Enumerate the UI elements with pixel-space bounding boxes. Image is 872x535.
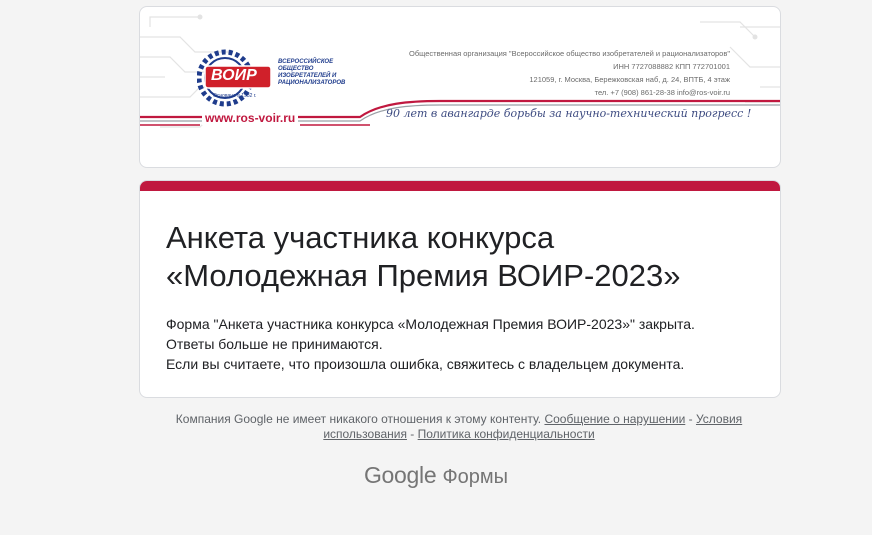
closed-message-line-2: Ответы больше не принимаются. — [166, 336, 383, 352]
form-closed-message: Форма "Анкета участника конкурса «Молоде… — [166, 314, 766, 374]
forms-wordmark: Формы — [442, 466, 509, 488]
website-text: www.ros-voir.ru — [202, 111, 299, 125]
card-accent-bar — [140, 181, 780, 191]
org-details: Общественная организация "Всероссийское … — [409, 47, 730, 99]
terms-link-part-2[interactable]: использования — [323, 427, 407, 441]
form-title-line-2: «Молодежная Премия ВОИР-2023» — [166, 258, 681, 293]
org-full-name: Общественная организация "Всероссийское … — [409, 49, 730, 58]
logo-org-name: ВСЕРОССИЙСКОЕ ОБЩЕСТВО ИЗОБРЕТАТЕЛЕЙ И Р… — [278, 59, 346, 86]
footer-disclaimer: Компания Google не имеет никакого отноше… — [175, 412, 743, 441]
slogan-text: 90 лет в авангарде борьбы за научно-техн… — [386, 107, 752, 120]
form-title-line-1: Анкета участника конкурса — [166, 220, 555, 255]
privacy-link[interactable]: Политика конфиденциальности — [418, 427, 595, 441]
logo-founded-text: Основано в 1932 г. — [213, 93, 257, 99]
voir-logo: ВОИР Основано в 1932 г. — [196, 49, 279, 107]
org-contacts: тел. +7 (908) 861-28-38 info@ros-voir.ru — [594, 88, 730, 97]
form-title: Анкета участника конкурса «Молодежная Пр… — [166, 219, 766, 295]
google-forms-logo[interactable]: Google Формы — [0, 462, 872, 489]
google-wordmark: Google — [363, 462, 437, 488]
org-inn: ИНН 7727088882 КПП 772701001 — [613, 62, 730, 71]
report-abuse-link[interactable]: Сообщение о нарушении — [544, 412, 685, 426]
closed-message-line-1: Форма "Анкета участника конкурса «Молоде… — [166, 316, 695, 332]
terms-link-part-1[interactable]: Условия — [696, 412, 742, 426]
logo-text: ВОИР — [211, 67, 257, 84]
closed-form-card: Анкета участника конкурса «Молодежная Пр… — [139, 180, 781, 398]
org-address: 121059, г. Москва, Бережковская наб, д. … — [529, 75, 730, 84]
closed-message-line-3: Если вы считаете, что произошла ошибка, … — [166, 356, 685, 372]
header-banner: ВОИР Основано в 1932 г. ВСЕРОССИЙСКОЕ ОБ… — [139, 6, 781, 168]
disclaimer-text: Компания Google не имеет никакого отноше… — [175, 412, 542, 426]
